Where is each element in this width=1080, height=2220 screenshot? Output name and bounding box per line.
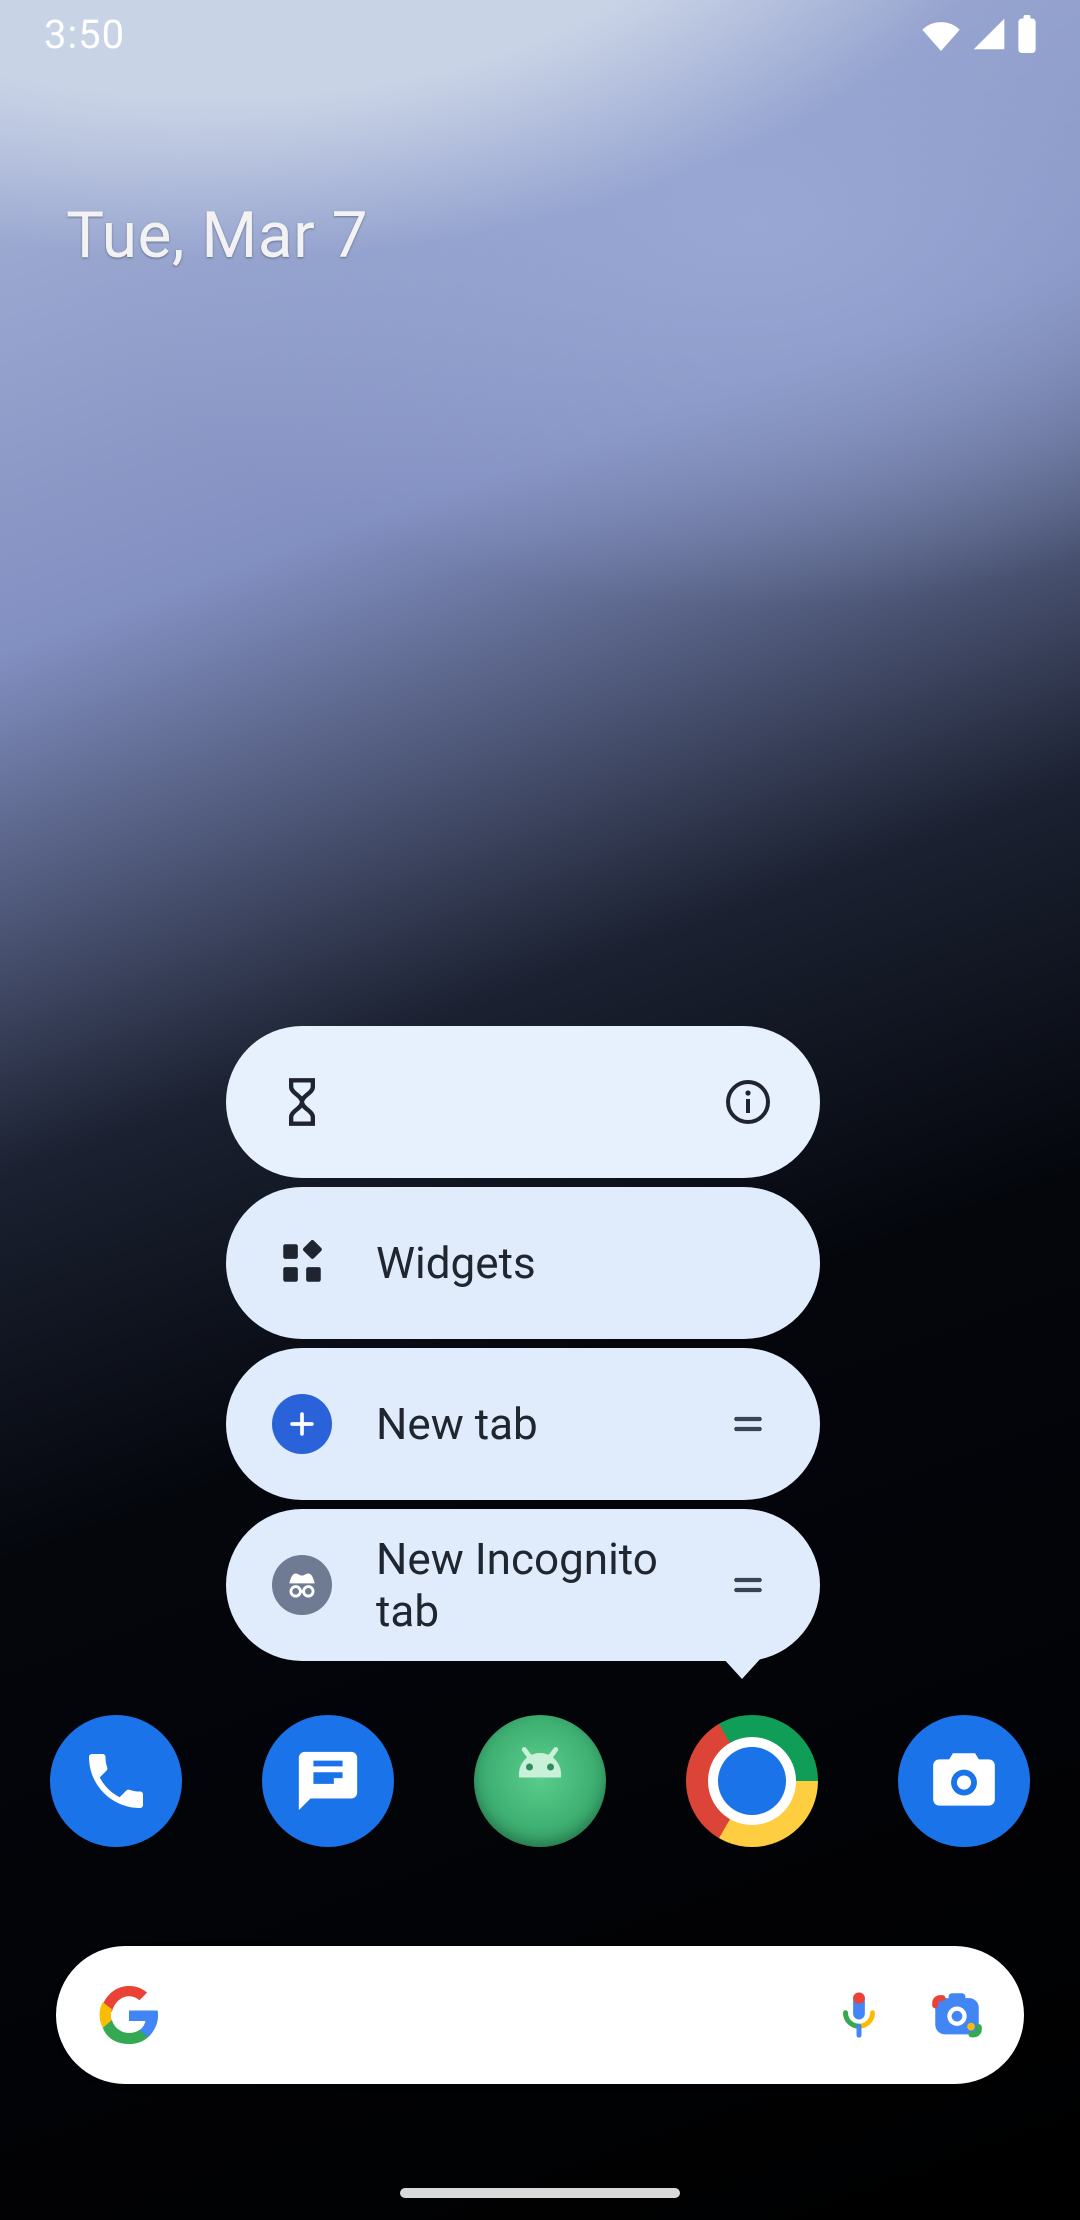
context-row-label: Widgets xyxy=(376,1237,776,1289)
dock-app-phone[interactable] xyxy=(50,1715,182,1847)
context-row-new-tab[interactable]: New tab xyxy=(226,1348,820,1500)
dock-app-chrome[interactable] xyxy=(686,1715,818,1847)
dock-app-camera[interactable] xyxy=(898,1715,1030,1847)
signal-icon xyxy=(972,17,1006,51)
hourglass-icon xyxy=(270,1070,334,1134)
status-bar: 3:50 xyxy=(0,0,1080,68)
context-row-label: New Incognito tab xyxy=(376,1533,720,1637)
lens-icon[interactable] xyxy=(928,1986,986,2044)
status-time: 3:50 xyxy=(44,11,125,58)
status-icons xyxy=(920,15,1038,53)
dock-app-android[interactable] xyxy=(474,1715,606,1847)
date-widget[interactable]: Tue, Mar 7 xyxy=(66,198,368,273)
drag-handle-icon[interactable] xyxy=(720,1396,776,1452)
plus-icon xyxy=(270,1392,334,1456)
chrome-icon xyxy=(686,1715,818,1847)
gesture-nav-bar[interactable] xyxy=(400,2188,680,2198)
battery-icon xyxy=(1016,15,1038,53)
mic-icon[interactable] xyxy=(832,1988,886,2042)
info-icon[interactable] xyxy=(720,1074,776,1130)
popup-arrow xyxy=(722,1657,762,1679)
context-row-new-incognito-tab[interactable]: New Incognito tab xyxy=(226,1509,820,1661)
dock-app-messages[interactable] xyxy=(262,1715,394,1847)
context-row-widgets[interactable]: Widgets xyxy=(226,1187,820,1339)
dock xyxy=(0,1715,1080,1847)
google-logo-icon xyxy=(98,1984,160,2046)
context-row-label: New tab xyxy=(376,1398,720,1450)
context-row-app-timer[interactable] xyxy=(226,1026,820,1178)
drag-handle-icon[interactable] xyxy=(720,1557,776,1613)
widgets-icon xyxy=(270,1231,334,1295)
wifi-icon xyxy=(920,17,962,51)
incognito-icon xyxy=(270,1553,334,1617)
app-context-menu: Widgets New tab New Incognito tab xyxy=(226,1026,820,1661)
google-search-bar[interactable] xyxy=(56,1946,1024,2084)
